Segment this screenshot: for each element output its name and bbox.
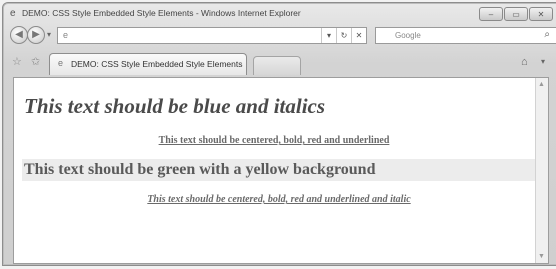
vertical-scrollbar[interactable]: ▲ ▼: [535, 78, 548, 263]
tab-page-icon: e: [58, 58, 64, 68]
scroll-down-icon[interactable]: ▼: [538, 253, 545, 260]
history-dropdown-icon[interactable]: ▾: [47, 30, 51, 39]
address-dropdown-icon[interactable]: ▾: [321, 28, 336, 43]
maximize-button[interactable]: ▭: [504, 7, 528, 21]
tab-bar: ☆ ✩ e DEMO: CSS Style Embedded Style Ele…: [3, 50, 556, 76]
paragraph-centered-underlined: This text should be centered, bold, red …: [158, 135, 390, 146]
page-icon: e: [63, 30, 69, 40]
address-actions: ▾ ↻ ✕: [321, 28, 366, 43]
ie-logo-icon: e: [10, 8, 16, 19]
favorites-star-icon[interactable]: ☆: [12, 55, 22, 68]
close-button[interactable]: ✕: [529, 7, 553, 21]
browser-window: e DEMO: CSS Style Embedded Style Element…: [2, 2, 556, 266]
home-dropdown-icon[interactable]: ▾: [541, 57, 545, 66]
minimize-button[interactable]: –: [479, 7, 503, 21]
home-icon[interactable]: ⌂: [521, 56, 528, 68]
title-bar: e DEMO: CSS Style Embedded Style Element…: [3, 3, 556, 25]
scroll-up-icon[interactable]: ▲: [538, 81, 545, 88]
heading-blue-italics: This text should be blue and italics: [24, 94, 326, 118]
window-controls: – ▭ ✕: [479, 7, 553, 21]
window-title: DEMO: CSS Style Embedded Style Elements …: [22, 8, 301, 18]
search-placeholder: Google: [395, 31, 421, 40]
forward-button[interactable]: ▶: [27, 26, 45, 44]
new-tab-button[interactable]: [253, 56, 301, 75]
address-bar[interactable]: e ▾ ↻ ✕: [57, 27, 367, 44]
search-box[interactable]: Google ⌕: [375, 27, 556, 44]
stop-icon[interactable]: ✕: [351, 28, 366, 43]
paragraph-centered-underlined-italic: This text should be centered, bold, red …: [147, 194, 411, 205]
back-button[interactable]: ◀: [10, 26, 28, 44]
navigation-bar: ◀ ▶ ▾ e ▾ ↻ ✕ Google ⌕: [3, 25, 556, 47]
page-content: This text should be blue and italics Thi…: [13, 77, 549, 264]
add-favorites-icon[interactable]: ✩: [31, 55, 40, 68]
refresh-icon[interactable]: ↻: [336, 28, 351, 43]
heading-green-yellow-background: This text should be green with a yellow …: [24, 161, 376, 178]
tab-active[interactable]: e DEMO: CSS Style Embedded Style Element…: [49, 53, 247, 75]
tab-label: DEMO: CSS Style Embedded Style Elements: [71, 59, 243, 69]
search-icon[interactable]: ⌕: [544, 29, 550, 40]
